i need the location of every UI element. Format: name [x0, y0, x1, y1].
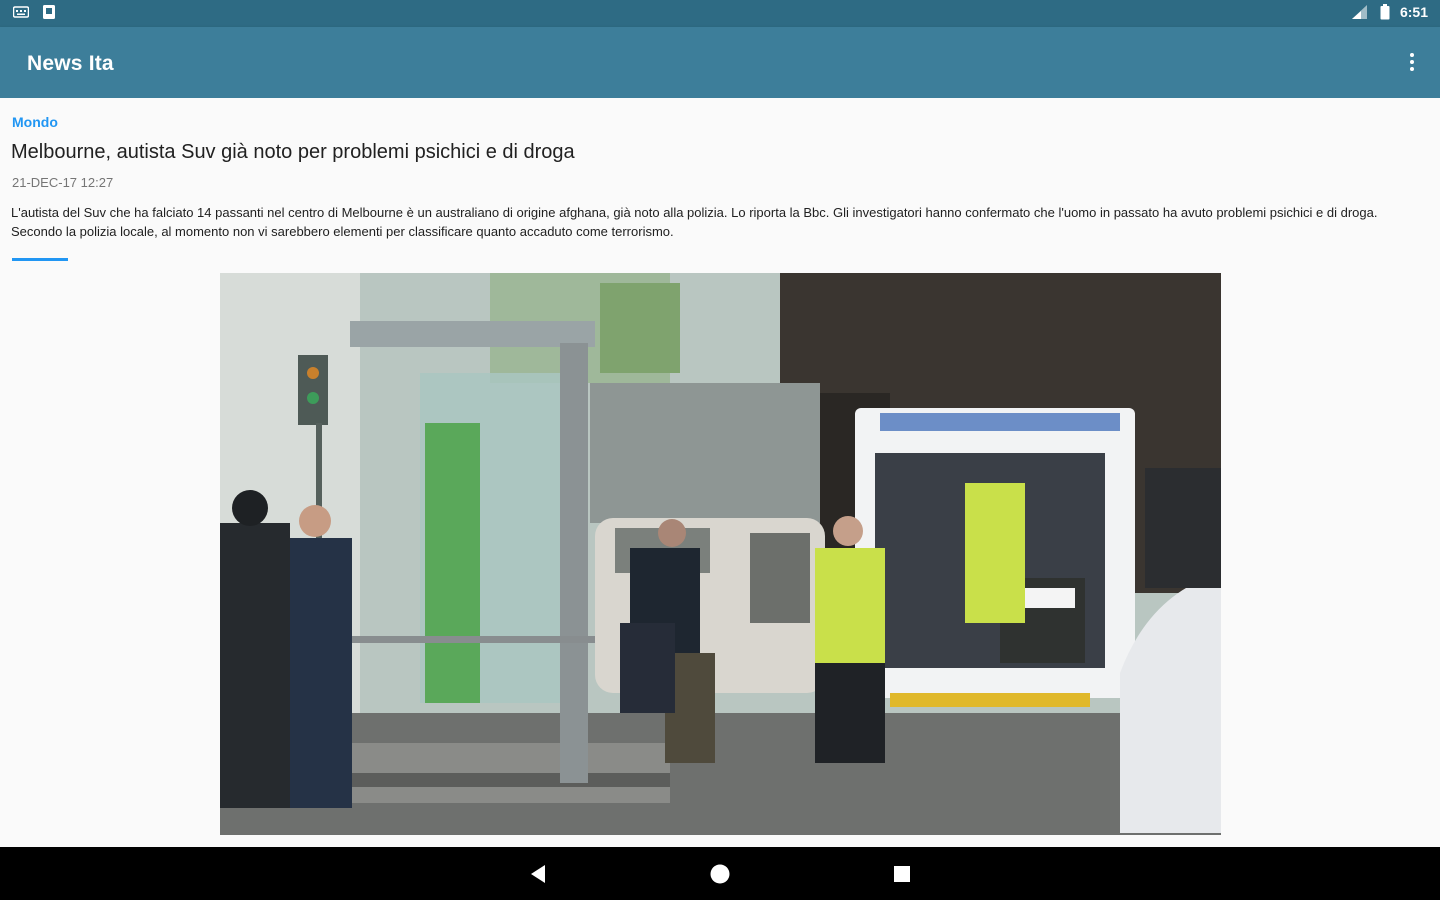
recents-icon[interactable]	[889, 861, 915, 887]
accent-divider	[12, 258, 68, 261]
back-icon[interactable]	[525, 861, 551, 887]
article-summary: L'autista del Suv che ha falciato 14 pas…	[11, 205, 1378, 239]
article-content: Mondo Melbourne, autista Suv già noto pe…	[0, 98, 1440, 847]
status-right-icons: 6:51	[1350, 4, 1428, 20]
battery-icon	[1380, 4, 1390, 20]
status-bar: 6:51	[0, 0, 1440, 27]
app-title: News Ita	[27, 52, 114, 75]
app-bar: News Ita	[0, 27, 1440, 98]
article-date: 21-DEC-17 12:27	[12, 175, 114, 190]
overflow-menu-icon[interactable]	[1406, 53, 1418, 75]
article-category[interactable]: Mondo	[12, 114, 58, 130]
home-icon[interactable]	[707, 861, 733, 887]
notification-icon	[43, 5, 55, 19]
article-photo-illustration	[220, 273, 1221, 835]
navigation-bar	[0, 847, 1440, 900]
signal-icon	[1351, 5, 1367, 19]
keyboard-icon	[13, 6, 29, 18]
article-title: Melbourne, autista Suv già noto per prob…	[11, 141, 575, 163]
status-time: 6:51	[1399, 4, 1428, 20]
status-left-icons	[13, 5, 55, 19]
article-photo[interactable]	[220, 273, 1221, 835]
